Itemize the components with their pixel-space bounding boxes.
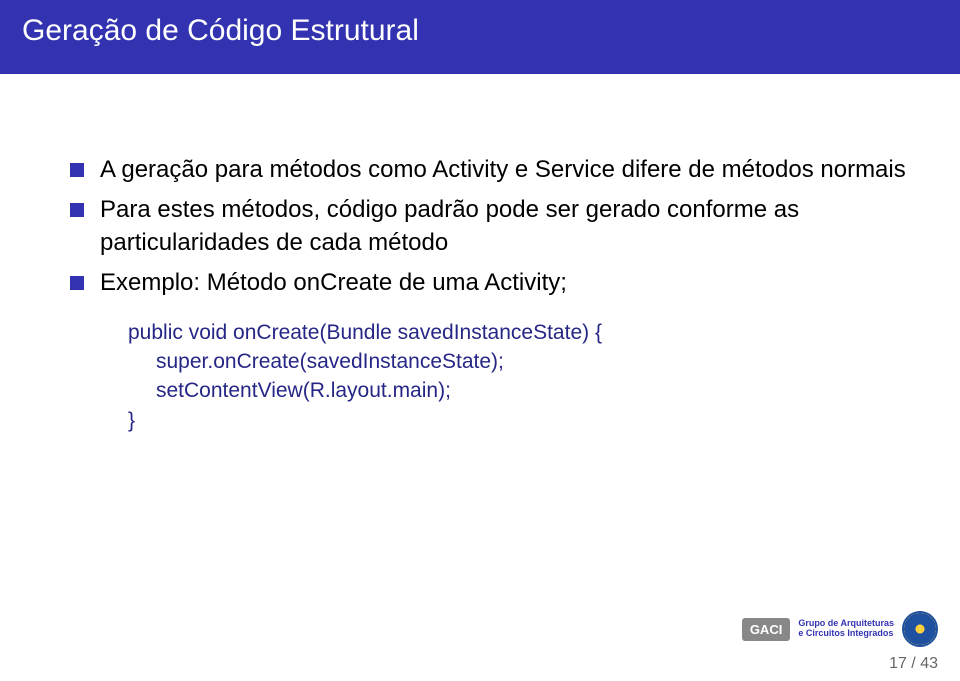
list-item: Para estes métodos, código padrão pode s…	[70, 194, 910, 259]
code-line: super.onCreate(savedInstanceState);	[128, 347, 910, 376]
bullet-list: A geração para métodos como Activity e S…	[70, 154, 910, 300]
code-block: public void onCreate(Bundle savedInstanc…	[128, 318, 910, 436]
gaci-logo: GACI	[742, 618, 791, 641]
code-line: setContentView(R.layout.main);	[128, 376, 910, 405]
university-seal-icon	[902, 611, 938, 647]
code-line: }	[128, 406, 910, 435]
logo-block: GACI Grupo de Arquiteturas e Circuitos I…	[742, 611, 938, 647]
list-item: A geração para métodos como Activity e S…	[70, 154, 910, 186]
logo-text-block: Grupo de Arquiteturas e Circuitos Integr…	[798, 619, 894, 639]
slide-title: Geração de Código Estrutural	[22, 14, 419, 47]
bullet-text: Exemplo: Método onCreate de uma Activity…	[100, 267, 567, 299]
bullet-icon	[70, 276, 84, 290]
list-item: Exemplo: Método onCreate de uma Activity…	[70, 267, 910, 299]
logo-text-line: e Circuitos Integrados	[798, 629, 894, 639]
bullet-text: Para estes métodos, código padrão pode s…	[100, 194, 910, 259]
page-number: 17 / 43	[889, 655, 938, 673]
slide-content: A geração para métodos como Activity e S…	[0, 74, 960, 435]
bullet-icon	[70, 163, 84, 177]
slide-title-bar: Geração de Código Estrutural	[0, 0, 960, 74]
bullet-text: A geração para métodos como Activity e S…	[100, 154, 906, 186]
code-line: public void onCreate(Bundle savedInstanc…	[128, 318, 910, 347]
bullet-icon	[70, 203, 84, 217]
